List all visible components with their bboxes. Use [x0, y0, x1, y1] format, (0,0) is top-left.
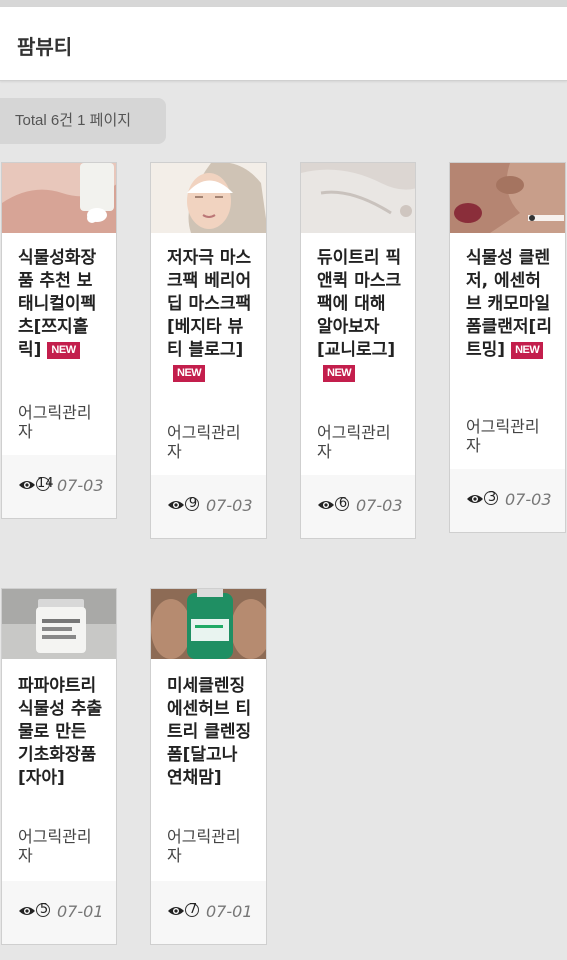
post-thumbnail[interactable]: [151, 163, 266, 233]
clock-icon: 5: [36, 902, 52, 919]
post-title[interactable]: 식물성화장품 추천 보태니컬이펙츠[쯔지홀릭] NEW: [18, 247, 104, 362]
post-thumbnail[interactable]: [2, 589, 116, 659]
page-title: 팜뷰티: [17, 35, 73, 59]
eye-icon: [467, 495, 483, 503]
view-count: 3: [487, 490, 497, 505]
post-title[interactable]: 저자극 마스크팩 베리어 딥 마스크팩[베지타 뷰티 블로그] NEW: [167, 247, 254, 385]
post-author: 어그릭관리자: [167, 827, 241, 865]
post-title[interactable]: 파파야트리 식물성 추출물로 만든 기초화장품[자아]: [18, 675, 104, 790]
post-title[interactable]: 미세클렌징 에센허브 티트리 클렌징폼[달고나 연채맘]: [167, 675, 254, 790]
post-author: 어그릭관리자: [18, 403, 92, 441]
post-thumbnail[interactable]: [2, 163, 116, 233]
post-title-text[interactable]: 미세클렌징 에센허브 티트리 클렌징폼[달고나 연채맘]: [167, 676, 251, 788]
post-thumbnail[interactable]: [301, 163, 415, 233]
post-footer: 5 07-01: [2, 881, 116, 944]
view-count: 9: [188, 496, 198, 511]
post-footer: 3 07-03: [450, 469, 565, 532]
new-badge: NEW: [173, 365, 206, 382]
post-meta: 7 07-01: [167, 901, 253, 921]
post-meta: 14 07-03: [18, 475, 104, 495]
post-footer: 7 07-01: [151, 881, 266, 944]
top-divider: [0, 0, 567, 7]
post-author: 어그릭관리자: [18, 827, 92, 865]
clock-icon: 6: [335, 496, 351, 513]
clock-icon: 3: [484, 490, 500, 507]
post-meta: 6 07-03: [317, 495, 403, 515]
post-card[interactable]: 식물성화장품 추천 보태니컬이펙츠[쯔지홀릭] NEW 어그릭관리자 14 07-…: [1, 162, 117, 519]
view-count: 5: [39, 902, 49, 917]
post-author: 어그릭관리자: [167, 423, 241, 461]
post-title-text[interactable]: 저자극 마스크팩 베리어 딥 마스크팩[베지타 뷰티 블로그]: [167, 248, 251, 360]
post-date: 07-03: [206, 495, 253, 515]
post-title-text[interactable]: 파파야트리 식물성 추출물로 만든 기초화장품[자아]: [18, 676, 102, 788]
view-count: 14: [37, 476, 54, 491]
eye-icon: [19, 907, 35, 915]
post-card[interactable]: 저자극 마스크팩 베리어 딥 마스크팩[베지타 뷰티 블로그] NEW 어그릭관리…: [150, 162, 267, 539]
clock-icon: 9: [185, 496, 201, 513]
clock-icon: 7: [185, 902, 201, 919]
post-footer: 9 07-03: [151, 475, 266, 538]
eye-icon: [19, 481, 35, 489]
eye-icon: [168, 501, 184, 509]
page-header: 팜뷰티: [0, 7, 567, 81]
post-date: 07-01: [206, 901, 253, 921]
post-author: 어그릭관리자: [466, 417, 540, 455]
post-card[interactable]: 파파야트리 식물성 추출물로 만든 기초화장품[자아] 어그릭관리자 5 07-…: [1, 588, 117, 945]
post-date: 07-03: [356, 495, 403, 515]
new-badge: NEW: [511, 342, 544, 359]
post-author: 어그릭관리자: [317, 423, 391, 461]
new-badge: NEW: [323, 365, 356, 382]
post-footer: 14 07-03: [2, 455, 116, 518]
eye-icon: [168, 907, 184, 915]
post-thumbnail[interactable]: [151, 589, 266, 659]
post-meta: 9 07-03: [167, 495, 253, 515]
post-card[interactable]: 식물성 클렌저, 에센허브 캐모마일 폼클랜저[리트밍] NEW 어그릭관리자 3…: [449, 162, 566, 533]
post-title[interactable]: 식물성 클렌저, 에센허브 캐모마일 폼클랜저[리트밍] NEW: [466, 247, 553, 362]
post-date: 07-03: [505, 489, 552, 509]
post-card[interactable]: 미세클렌징 에센허브 티트리 클렌징폼[달고나 연채맘] 어그릭관리자 7 07…: [150, 588, 267, 945]
clock-icon: 14: [36, 476, 54, 493]
post-date: 07-03: [57, 475, 104, 495]
post-card[interactable]: 듀이트리 픽앤퀵 마스크팩에 대해 알아보자 [교니로그]NEW 어그릭관리자 …: [300, 162, 416, 539]
total-count-badge: Total 6건 1 페이지: [0, 98, 166, 144]
view-count: 7: [188, 902, 198, 917]
view-count: 6: [338, 496, 348, 511]
post-title-text[interactable]: 듀이트리 픽앤퀵 마스크팩에 대해 알아보자 [교니로그]: [317, 248, 401, 360]
post-title[interactable]: 듀이트리 픽앤퀵 마스크팩에 대해 알아보자 [교니로그] NEW: [317, 247, 403, 385]
post-footer: 6 07-03: [301, 475, 415, 538]
post-meta: 5 07-01: [18, 901, 104, 921]
new-badge: NEW: [47, 342, 80, 359]
eye-icon: [318, 501, 334, 509]
post-thumbnail[interactable]: [450, 163, 565, 233]
post-date: 07-01: [57, 901, 104, 921]
post-meta: 3 07-03: [466, 489, 552, 509]
